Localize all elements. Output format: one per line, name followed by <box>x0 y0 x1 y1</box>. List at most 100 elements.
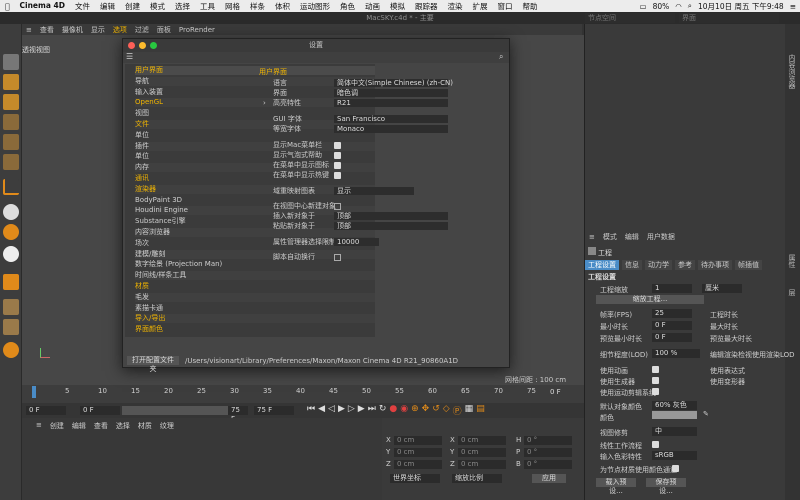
prev-frame-icon[interactable]: ◁ <box>328 404 335 417</box>
snap-icon[interactable] <box>3 204 19 220</box>
grid-icon[interactable] <box>3 94 19 110</box>
cube-point-icon[interactable] <box>3 134 19 150</box>
close-button[interactable] <box>128 42 135 49</box>
range-slider[interactable] <box>122 406 232 415</box>
attr-tab[interactable]: 待办事项 <box>698 260 732 270</box>
checkbox[interactable] <box>334 172 341 179</box>
attr-tab[interactable]: 帧插值 <box>735 260 762 270</box>
coord-rotation-input[interactable]: 0 ° <box>524 436 572 445</box>
attr-limit-input[interactable]: 10000 <box>334 238 379 246</box>
viewport-menu-item[interactable]: 摄像机 <box>58 25 87 35</box>
mono-font-select[interactable]: Monaco <box>334 125 448 133</box>
autokey-icon[interactable]: ◉ <box>400 404 408 417</box>
coord-size-input[interactable]: 0 cm <box>458 460 506 469</box>
mac-menu-item[interactable]: 跟踪器 <box>410 1 443 12</box>
script-wrap-checkbox[interactable] <box>334 254 341 261</box>
mac-menu-item[interactable]: 网格 <box>220 1 245 12</box>
mac-menu-item[interactable]: 动画 <box>360 1 385 12</box>
cube-edit-icon[interactable] <box>3 114 19 130</box>
mac-menu-item[interactable]: 创建 <box>120 1 145 12</box>
new-obj-checkbox[interactable] <box>334 203 341 210</box>
viewport-menu-item[interactable]: 过滤 <box>131 25 153 35</box>
open-config-button[interactable]: 打开配置文件夹 <box>127 356 179 373</box>
next-frame-icon[interactable]: ▷ <box>348 404 355 417</box>
current-frame-field[interactable]: 0 F <box>26 406 66 415</box>
rotate-key-icon[interactable]: ↺ <box>432 404 440 417</box>
min-time-input[interactable]: 0 F <box>652 321 692 330</box>
mac-menu-item[interactable]: 扩展 <box>467 1 492 12</box>
wifi-icon[interactable]: ◠ <box>675 2 682 11</box>
scale-key-icon[interactable]: ◇ <box>443 404 450 417</box>
menu-icon[interactable]: ☰ <box>126 52 133 61</box>
move-key-icon[interactable]: ✥ <box>422 404 430 417</box>
viewport-menu-item[interactable]: 面板 <box>153 25 175 35</box>
field-map-select[interactable]: 显示 <box>334 187 414 195</box>
record-icon[interactable]: ● <box>389 404 397 417</box>
attr-tab[interactable]: 参考 <box>675 260 695 270</box>
param-key-icon[interactable]: Ⓟ <box>453 404 462 417</box>
checkbox[interactable] <box>334 142 341 149</box>
cube-icon[interactable] <box>3 54 19 70</box>
next-key-icon[interactable]: ▶ <box>358 404 365 417</box>
checkbox[interactable] <box>334 152 341 159</box>
view-correction-select[interactable]: 中 <box>652 427 697 436</box>
cube-poly-icon[interactable] <box>3 154 19 170</box>
input-color-select[interactable]: sRGB <box>652 451 697 460</box>
material-menu-item[interactable]: 纹理 <box>160 421 174 431</box>
mac-menu-item[interactable]: 帮助 <box>517 1 542 12</box>
world-coord-select[interactable]: 世界坐标 <box>390 474 440 483</box>
axis-icon[interactable] <box>3 179 19 195</box>
material-menu-item[interactable]: 创建 <box>50 421 64 431</box>
attr-tab[interactable]: 工程设置 <box>585 260 619 270</box>
prev-key-icon[interactable]: ◀ <box>318 404 325 417</box>
scale-project-button[interactable]: 缩放工程... <box>596 295 704 304</box>
highlight-select[interactable]: R21 <box>334 99 448 107</box>
insert-new-select[interactable]: 顶部 <box>334 212 448 220</box>
mac-menu-item[interactable]: 窗口 <box>492 1 517 12</box>
material-menu-item[interactable]: 编辑 <box>72 421 86 431</box>
default-color-select[interactable]: 60% 灰色 <box>652 401 697 410</box>
playhead[interactable] <box>32 386 36 398</box>
checkbox[interactable] <box>334 162 341 169</box>
linear-checkbox[interactable] <box>652 441 659 448</box>
mac-menu-item[interactable]: 文件 <box>70 1 95 12</box>
magnet-icon[interactable] <box>3 274 19 290</box>
apply-button[interactable]: 应用 <box>532 474 566 483</box>
play-icon[interactable]: ▶ <box>338 404 345 417</box>
mac-menu-item[interactable]: 编辑 <box>95 1 120 12</box>
mac-menu-item[interactable]: 运动图形 <box>295 1 335 12</box>
material-menu-item[interactable]: 查看 <box>94 421 108 431</box>
coord-position-input[interactable]: 0 cm <box>394 448 442 457</box>
mac-menu-item[interactable]: 渲染 <box>442 1 467 12</box>
snap-enable-icon[interactable] <box>3 224 19 240</box>
coord-position-input[interactable]: 0 cm <box>394 436 442 445</box>
fps-input[interactable]: 25 <box>652 309 692 318</box>
material-menu-item[interactable]: 选择 <box>116 421 130 431</box>
layers-tab[interactable]: 层 <box>787 289 797 296</box>
scale-unit-select[interactable]: 厘米 <box>702 284 742 293</box>
eyedropper-icon[interactable]: ✎ <box>703 410 709 418</box>
attr-menu-item[interactable]: 模式 <box>599 232 621 242</box>
soft-select-icon[interactable] <box>3 246 19 262</box>
coord-size-input[interactable]: 0 cm <box>458 448 506 457</box>
attr-tab[interactable]: 信息 <box>622 260 642 270</box>
use-motion-checkbox[interactable] <box>652 388 659 395</box>
coord-rotation-input[interactable]: 0 ° <box>524 460 572 469</box>
grid-key-icon[interactable]: ▦ <box>465 404 474 417</box>
use-gen-checkbox[interactable] <box>652 377 659 384</box>
content-browser-tab[interactable]: 内容浏览器 <box>787 54 797 89</box>
apple-icon[interactable]:  <box>0 2 15 11</box>
mac-menu-item[interactable]: 选择 <box>170 1 195 12</box>
timeline[interactable]: 051015202530354045505560657075 0 F <box>22 385 584 403</box>
viewport-menu-item[interactable]: 显示 <box>87 25 109 35</box>
material-menu-icon[interactable]: ≡ <box>36 421 42 431</box>
attributes-tab[interactable]: 属性 <box>787 254 797 268</box>
mac-menu-item[interactable]: 工具 <box>195 1 220 12</box>
attr-menu-item[interactable]: 编辑 <box>621 232 643 242</box>
keyframe-icon[interactable]: ⊕ <box>411 404 419 417</box>
save-preset-button[interactable]: 保存预设... <box>646 478 686 495</box>
loop-icon[interactable]: ↻ <box>379 404 387 417</box>
stack-icon[interactable] <box>3 319 19 335</box>
preview-end-field[interactable]: 75 F <box>254 406 294 415</box>
minimize-button[interactable] <box>139 42 146 49</box>
